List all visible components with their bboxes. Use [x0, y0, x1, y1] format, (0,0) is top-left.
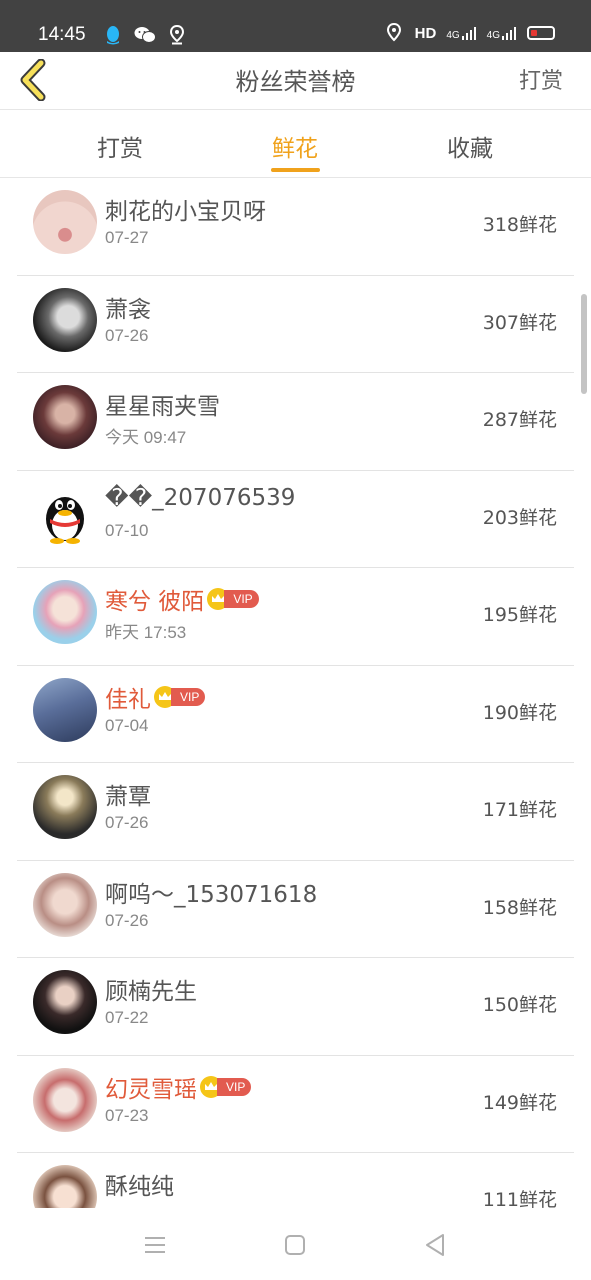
penguin-icon [46, 496, 84, 544]
tab-flowers[interactable]: 鲜花 [272, 129, 318, 163]
date-label: 07-27 [105, 228, 149, 247]
back-triangle-icon [426, 1234, 444, 1256]
back-nav-button[interactable] [420, 1230, 450, 1260]
flower-count: 111鲜花 [482, 1189, 557, 1208]
user-name: 萧衾 [105, 296, 151, 323]
flower-count: 203鲜花 [482, 506, 557, 529]
date-label: 07-26 [105, 813, 149, 832]
user-name: ��_207076539 [105, 484, 296, 511]
avatar [33, 775, 97, 839]
avatar [33, 970, 97, 1034]
date-label: 07-26 [105, 910, 149, 930]
list-item[interactable]: 萧覃 07-26 171鲜花 [17, 763, 574, 861]
list-item[interactable]: 寒兮 彼陌 VIP 昨天 17:53 195鲜花 [17, 568, 574, 666]
user-name: 寒兮 彼陌 [105, 589, 205, 615]
vip-badge: VIP [206, 587, 259, 611]
flower-count: 318鲜花 [482, 214, 557, 236]
signal-icon-2: 4G [487, 25, 517, 41]
avatar [33, 1165, 97, 1208]
avatar [33, 580, 97, 644]
vip-badge: VIP [153, 685, 206, 709]
home-button[interactable] [280, 1230, 310, 1260]
flower-count: 307鲜花 [482, 311, 557, 334]
flower-count: 190鲜花 [482, 701, 557, 724]
tab-favorites[interactable]: 收藏 [447, 129, 493, 163]
list-item[interactable]: 星星雨夹雪 今天 09:47 287鲜花 [17, 373, 574, 471]
vip-label: VIP [224, 590, 259, 608]
wechat-icon [134, 24, 156, 46]
tab-bar: 打赏 鲜花 收藏 [0, 111, 591, 178]
avatar [33, 287, 97, 352]
date-label: 07-04 [105, 715, 149, 735]
vip-badge: VIP [199, 1075, 252, 1099]
list-item[interactable]: 顾楠先生 07-22 150鲜花 [17, 958, 574, 1056]
date-label: 07-23 [105, 1105, 149, 1125]
flower-count: 171鲜花 [482, 799, 557, 821]
signal-icon: 4G [446, 25, 476, 41]
flower-count: 195鲜花 [482, 604, 557, 626]
network-type-1: 4G [446, 30, 460, 41]
scrollbar[interactable] [581, 294, 587, 394]
avatar [33, 482, 97, 547]
user-name: 佳礼 [105, 686, 151, 713]
list-item[interactable]: 刺花的小宝贝呀 07-27 318鲜花 [17, 178, 574, 276]
menu-button[interactable] [140, 1230, 170, 1260]
flower-count: 149鲜花 [482, 1091, 557, 1114]
user-name: 啊呜～_153071618 [105, 881, 318, 908]
list-item[interactable]: 萧衾 07-26 307鲜花 [17, 276, 574, 373]
avatar [33, 872, 97, 937]
status-bar: 14:45 HD 4G 4G [0, 0, 591, 52]
list-item[interactable]: 酥纯纯 111鲜花 [17, 1153, 574, 1208]
location-icon [383, 22, 405, 44]
menu-icon [145, 1237, 165, 1253]
avatar [33, 677, 97, 742]
vip-label: VIP [217, 1077, 252, 1096]
status-time: 14:45 [38, 24, 86, 45]
flower-count: 287鲜花 [482, 409, 557, 431]
title-bar: 粉丝荣誉榜 打赏 [0, 52, 591, 110]
date-label: 今天 09:47 [105, 428, 187, 447]
reward-action-button[interactable]: 打赏 [519, 63, 563, 95]
home-square-icon [285, 1235, 305, 1255]
user-name: 星星雨夹雪 [105, 394, 220, 420]
avatar [33, 385, 97, 449]
list-item[interactable]: 幻灵雪瑶 VIP 07-23 149鲜花 [17, 1056, 574, 1153]
avatar [33, 190, 97, 254]
user-name: 幻灵雪瑶 [105, 1076, 197, 1103]
hd-label: HD [414, 24, 437, 42]
flower-count: 150鲜花 [482, 994, 557, 1016]
flower-count: 158鲜花 [482, 896, 557, 919]
network-type-2: 4G [486, 30, 500, 41]
user-name: 萧覃 [105, 784, 151, 810]
date-label: 昨天 17:53 [105, 623, 187, 642]
location-pin-icon [166, 24, 188, 46]
fan-ranking-list: 刺花的小宝贝呀 07-27 318鲜花 萧衾 07-26 307鲜花 星星雨夹雪… [0, 178, 591, 1208]
active-tab-indicator [271, 168, 320, 172]
vip-label: VIP [171, 687, 206, 706]
page-title: 粉丝荣誉榜 [235, 68, 356, 96]
list-item[interactable]: 啊呜～_153071618 07-26 158鲜花 [17, 861, 574, 958]
date-label: 07-10 [105, 520, 149, 540]
user-name: 酥纯纯 [105, 1174, 174, 1200]
avatar [33, 1067, 97, 1132]
qq-icon [102, 24, 124, 46]
system-nav-bar [0, 1208, 591, 1280]
list-item[interactable]: 佳礼 VIP 07-04 190鲜花 [17, 666, 574, 763]
battery-icon [527, 26, 555, 40]
tab-reward[interactable]: 打赏 [97, 129, 143, 163]
date-label: 07-22 [105, 1008, 149, 1027]
date-label: 07-26 [105, 325, 149, 345]
user-name: 顾楠先生 [105, 979, 197, 1005]
list-item[interactable]: ��_207076539 07-10 203鲜花 [17, 471, 574, 568]
user-name: 刺花的小宝贝呀 [105, 199, 266, 225]
